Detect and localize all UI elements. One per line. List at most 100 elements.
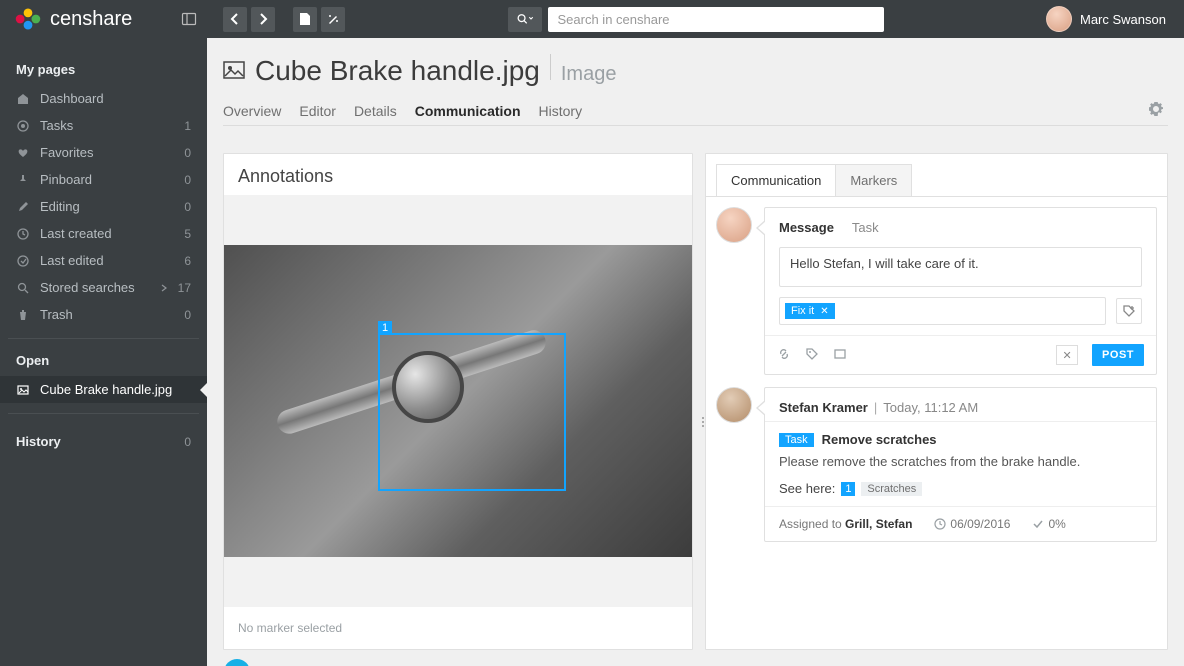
sidebar-item-label: Trash <box>40 307 174 322</box>
user-name[interactable]: Marc Swanson <box>1080 12 1166 27</box>
panel-resize-handle[interactable] <box>700 402 706 442</box>
compose-cancel-button[interactable]: ✕ <box>1056 345 1078 365</box>
sidebar-item-pinboard[interactable]: Pinboard 0 <box>0 166 207 193</box>
compose-tab-task[interactable]: Task <box>852 220 879 235</box>
page-title: Cube Brake handle.jpg <box>255 55 540 87</box>
tab-details[interactable]: Details <box>354 97 397 125</box>
sidebar-item-storedsearches[interactable]: Stored searches 17 <box>0 274 207 301</box>
sidebar-item-label: Stored searches <box>40 280 146 295</box>
tag-icon <box>805 347 819 361</box>
sidebar-item-count: 17 <box>178 281 191 295</box>
tab-communication[interactable]: Communication <box>415 97 521 125</box>
task-assignee-name: Grill, Stefan <box>845 517 912 531</box>
sidebar-toggle-button[interactable] <box>176 6 202 32</box>
heart-icon <box>16 147 30 159</box>
compose-tag-add-button[interactable] <box>1116 298 1142 324</box>
search-dropdown-button[interactable] <box>508 7 542 32</box>
compose-post-button[interactable]: POST <box>1092 344 1144 366</box>
rp-tab-communication[interactable]: Communication <box>716 164 836 196</box>
new-asset-button[interactable] <box>293 7 317 32</box>
annotation-marker-box[interactable]: 1 <box>378 333 566 491</box>
task-due-date: 06/09/2016 <box>934 517 1010 531</box>
compose-attach-marker-button[interactable] <box>833 347 847 364</box>
task-assignee: Assigned to Grill, Stefan <box>779 517 912 531</box>
rp-tab-markers[interactable]: Markers <box>835 164 912 196</box>
tab-history[interactable]: History <box>539 97 583 125</box>
sidebar-item-count: 5 <box>184 227 191 241</box>
page-settings-button[interactable] <box>1148 101 1164 120</box>
sidebar-item-label: Last edited <box>40 253 174 268</box>
compose-attach-tag-button[interactable] <box>805 347 819 364</box>
sidebar-history-count: 0 <box>184 435 191 449</box>
communication-panel: Communication Markers Message Task Hello… <box>705 153 1168 650</box>
asset-type-label: Image <box>561 63 617 86</box>
tab-overview[interactable]: Overview <box>223 97 281 125</box>
task-body-text: Please remove the scratches from the bra… <box>765 449 1156 481</box>
sidebar-item-count: 6 <box>184 254 191 268</box>
home-icon <box>16 93 30 105</box>
sidebar-item-dashboard[interactable]: Dashboard <box>0 85 207 112</box>
compose-tab-message[interactable]: Message <box>779 220 834 235</box>
sidebar-item-count: 0 <box>184 200 191 214</box>
chevron-right-icon <box>257 13 269 25</box>
clock-check-icon <box>16 255 30 267</box>
asset-type-icon <box>223 60 245 80</box>
sidebar-item-trash[interactable]: Trash 0 <box>0 301 207 328</box>
search-small-icon <box>16 282 30 294</box>
sidebar-open-item-label: Cube Brake handle.jpg <box>40 382 191 397</box>
search-input[interactable] <box>548 7 884 32</box>
sidebar-open-item[interactable]: Cube Brake handle.jpg <box>0 376 207 403</box>
sidebar-item-label: Editing <box>40 199 174 214</box>
annotations-panel: Annotations 1 No marker selected <box>223 153 693 650</box>
task-marker-ref[interactable]: 1 <box>841 482 855 496</box>
nav-forward-button[interactable] <box>251 7 275 32</box>
sidebar-item-label: Last created <box>40 226 174 241</box>
sidebar-item-lastcreated[interactable]: Last created 5 <box>0 220 207 247</box>
pin-icon <box>16 174 30 186</box>
compose-attach-link-button[interactable] <box>777 347 791 364</box>
task-sep: | <box>874 400 877 415</box>
clock-icon <box>16 228 30 240</box>
link-icon <box>777 347 791 361</box>
brand-logo: censhare <box>14 5 132 33</box>
sidebar-item-label: Dashboard <box>40 91 181 106</box>
sidebar-item-lastedited[interactable]: Last edited 6 <box>0 247 207 274</box>
magic-action-button[interactable] <box>321 7 345 32</box>
search-icon <box>516 13 534 25</box>
sidebar-section-open: Open <box>0 349 207 376</box>
annotation-marker-number: 1 <box>378 321 392 335</box>
check-icon <box>1032 517 1048 531</box>
task-author-name: Stefan Kramer <box>779 400 868 415</box>
compose-textarea[interactable]: Hello Stefan, I will take care of it. <box>779 247 1142 287</box>
sidebar-item-count: 0 <box>184 308 191 322</box>
sidebar-item-label: Tasks <box>40 118 174 133</box>
task-icon <box>16 120 30 132</box>
task-assigned-prefix: Assigned to <box>779 517 845 531</box>
compose-tag-remove[interactable]: ✕ <box>820 306 828 317</box>
user-avatar-top[interactable] <box>1046 6 1072 32</box>
nav-back-button[interactable] <box>223 7 247 32</box>
compose-tag-input[interactable]: Fix it ✕ <box>779 297 1106 325</box>
task-title: Remove scratches <box>822 432 937 447</box>
annotation-image-area[interactable]: 1 <box>224 195 692 607</box>
annotations-title: Annotations <box>224 154 692 195</box>
task-bubble: Stefan Kramer | Today, 11:12 AM Task Rem… <box>764 387 1157 542</box>
image-file-icon <box>16 384 30 396</box>
pin-to-board-button[interactable] <box>224 659 250 666</box>
marker-rect-icon <box>833 347 847 361</box>
task-see-here-label: See here: <box>779 481 835 496</box>
task-author-avatar <box>716 387 752 423</box>
sidebar-item-tasks[interactable]: Tasks 1 <box>0 112 207 139</box>
clock-icon <box>934 517 950 531</box>
gear-icon <box>1148 101 1164 117</box>
tag-plus-icon <box>1122 304 1136 318</box>
tab-editor[interactable]: Editor <box>299 97 336 125</box>
sidebar-item-favorites[interactable]: Favorites 0 <box>0 139 207 166</box>
sidebar-item-editing[interactable]: Editing 0 <box>0 193 207 220</box>
sidebar-toggle-icon <box>181 11 197 27</box>
brand-name: censhare <box>50 8 132 31</box>
sidebar-item-label: Favorites <box>40 145 174 160</box>
sidebar-section-history: History <box>16 434 184 449</box>
task-progress: 0% <box>1032 517 1065 531</box>
task-type-badge: Task <box>779 433 814 447</box>
